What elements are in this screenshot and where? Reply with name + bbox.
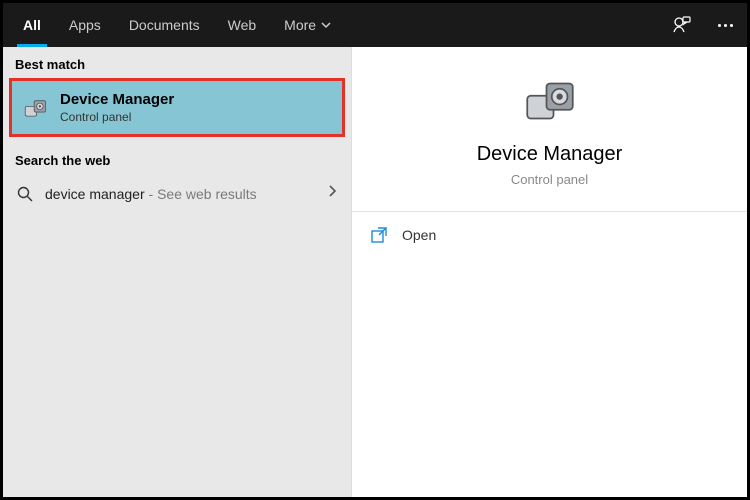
tab-more-label: More: [284, 17, 316, 33]
device-manager-large-icon: [522, 73, 578, 129]
top-tab-bar: All Apps Documents Web More: [3, 3, 747, 47]
tab-documents-label: Documents: [129, 17, 200, 33]
topbar-spacer: [345, 3, 659, 47]
results-panel: Best match Device Manager Control panel …: [3, 47, 351, 497]
tab-all-label: All: [23, 17, 41, 33]
tab-documents[interactable]: Documents: [115, 3, 214, 47]
tab-apps-label: Apps: [69, 17, 101, 33]
web-result-suffix: - See web results: [145, 186, 257, 202]
web-result-text: device manager - See web results: [45, 186, 315, 202]
search-web-heading: Search the web: [3, 143, 351, 174]
tab-more[interactable]: More: [270, 3, 345, 47]
more-options-icon[interactable]: [703, 3, 747, 47]
tab-apps[interactable]: Apps: [55, 3, 115, 47]
best-match-text: Device Manager Control panel: [60, 91, 174, 124]
chevron-right-icon: [327, 184, 337, 203]
detail-header: Device Manager Control panel: [352, 47, 747, 212]
detail-panel: Device Manager Control panel Open: [351, 47, 747, 497]
open-action[interactable]: Open: [352, 212, 747, 258]
best-match-title: Device Manager: [60, 91, 174, 108]
detail-title: Device Manager: [477, 143, 623, 166]
best-match-item[interactable]: Device Manager Control panel: [9, 78, 345, 137]
tab-web[interactable]: Web: [214, 3, 271, 47]
best-match-heading: Best match: [3, 47, 351, 78]
device-manager-icon: [22, 95, 48, 121]
search-window: All Apps Documents Web More Best match: [0, 0, 750, 500]
chevron-down-icon: [321, 17, 331, 33]
open-label: Open: [402, 227, 436, 243]
open-icon: [370, 226, 388, 244]
web-result-query: device manager: [45, 186, 145, 202]
content-body: Best match Device Manager Control panel …: [3, 47, 747, 497]
tab-all[interactable]: All: [9, 3, 55, 47]
best-match-subtitle: Control panel: [60, 110, 174, 124]
web-result-item[interactable]: device manager - See web results: [3, 174, 351, 213]
detail-subtitle: Control panel: [511, 172, 588, 187]
tab-web-label: Web: [228, 17, 257, 33]
feedback-icon[interactable]: [659, 3, 703, 47]
search-icon: [17, 186, 33, 202]
